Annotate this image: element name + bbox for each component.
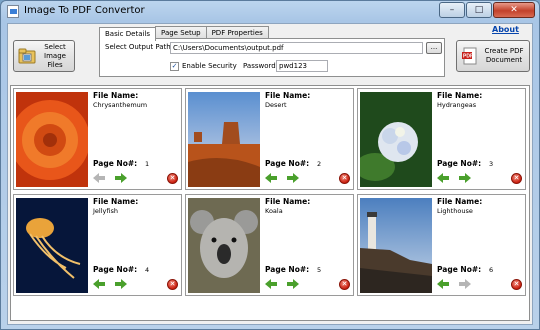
page-no-label: Page No#: [437, 159, 482, 168]
move-down-arrow-icon[interactable] [459, 173, 471, 183]
move-up-arrow-icon[interactable] [437, 173, 449, 183]
folder-images-icon [18, 48, 36, 64]
image-card[interactable]: File Name: Koala Page No#: 5 ✕ [185, 194, 354, 296]
maximize-button[interactable]: □ [466, 2, 492, 18]
page-no-value: 2 [317, 160, 322, 168]
move-down-arrow-icon[interactable] [115, 173, 127, 183]
image-card[interactable]: File Name: Chrysanthemum Page No#: 1 ✕ [13, 88, 182, 190]
select-image-files-button[interactable]: Select Image Files [13, 40, 75, 72]
enable-security-checkbox[interactable]: ✓ [170, 62, 179, 71]
move-up-arrow-icon[interactable] [437, 279, 449, 289]
file-name-label: File Name: [93, 197, 139, 206]
desert-thumbnail [188, 92, 260, 187]
svg-text:PDF: PDF [463, 54, 473, 60]
file-name-value: Chrysanthemum [93, 101, 148, 109]
hydrangeas-thumbnail [360, 92, 432, 187]
page-no-value: 6 [489, 266, 494, 274]
move-up-arrow-icon[interactable] [265, 173, 277, 183]
output-path-label: Select Output Path [105, 43, 171, 51]
delete-image-icon[interactable]: ✕ [339, 173, 350, 184]
file-name-label: File Name: [93, 91, 139, 100]
page-no-value: 5 [317, 266, 322, 274]
create-pdf-document-label: Create PDF Document [484, 47, 524, 64]
output-path-input[interactable]: C:\Users\Documents\output.pdf [170, 42, 423, 54]
move-down-arrow-icon[interactable] [287, 279, 299, 289]
file-name-value: Desert [265, 101, 287, 109]
page-no-label: Page No#: [93, 159, 138, 168]
password-input[interactable]: pwd123 [276, 60, 328, 72]
file-name-label: File Name: [265, 91, 311, 100]
select-image-files-label: Select Image Files [44, 42, 66, 69]
minimize-button[interactable]: – [439, 2, 465, 18]
file-name-value: Jellyfish [93, 207, 118, 215]
file-name-label: File Name: [437, 91, 483, 100]
delete-image-icon[interactable]: ✕ [339, 279, 350, 290]
page-no-label: Page No#: [437, 265, 482, 274]
page-no-value: 1 [145, 160, 150, 168]
jellyfish-thumbnail [16, 198, 88, 293]
about-link[interactable]: About [492, 25, 519, 34]
page-no-label: Page No#: [265, 159, 310, 168]
delete-image-icon[interactable]: ✕ [167, 279, 178, 290]
page-no-value: 3 [489, 160, 494, 168]
password-label: Password [243, 62, 276, 70]
page-no-label: Page No#: [93, 265, 138, 274]
file-name-value: Lighthouse [437, 207, 473, 215]
delete-image-icon[interactable]: ✕ [511, 279, 522, 290]
page-no-label: Page No#: [265, 265, 310, 274]
lighthouse-thumbnail [360, 198, 432, 293]
title-bar[interactable]: Image To PDF Convertor – □ ✕ [1, 1, 539, 23]
move-down-arrow-icon[interactable] [459, 279, 471, 289]
image-card[interactable]: File Name: Desert Page No#: 2 ✕ [185, 88, 354, 190]
file-name-value: Koala [265, 207, 283, 215]
move-down-arrow-icon[interactable] [115, 279, 127, 289]
file-name-value: Hydrangeas [437, 101, 477, 109]
enable-security-label: Enable Security [182, 62, 237, 70]
page-no-value: 4 [145, 266, 150, 274]
pdf-document-icon: PDF [462, 47, 477, 65]
create-pdf-document-button[interactable]: PDF Create PDF Document [456, 40, 530, 72]
delete-image-icon[interactable]: ✕ [511, 173, 522, 184]
image-card[interactable]: File Name: Hydrangeas Page No#: 3 ✕ [357, 88, 526, 190]
koala-thumbnail [188, 198, 260, 293]
tab-basic-details[interactable]: Basic Details [99, 27, 157, 41]
app-window: Image To PDF Convertor – □ ✕ Select Imag… [0, 0, 540, 330]
move-down-arrow-icon[interactable] [287, 173, 299, 183]
image-grid: File Name: Chrysanthemum Page No#: 1 ✕ F… [10, 85, 530, 321]
file-name-label: File Name: [265, 197, 311, 206]
image-card[interactable]: File Name: Lighthouse Page No#: 6 ✕ [357, 194, 526, 296]
file-name-label: File Name: [437, 197, 483, 206]
browse-button[interactable]: ... [426, 42, 442, 54]
delete-image-icon[interactable]: ✕ [167, 173, 178, 184]
image-card[interactable]: File Name: Jellyfish Page No#: 4 ✕ [13, 194, 182, 296]
basic-details-panel: Select Output Path C:\Users\Documents\ou… [99, 38, 445, 77]
move-up-arrow-icon[interactable] [93, 279, 105, 289]
close-button[interactable]: ✕ [493, 2, 535, 18]
window-title: Image To PDF Convertor [24, 5, 145, 16]
move-up-arrow-icon[interactable] [265, 279, 277, 289]
chrysanthemum-thumbnail [16, 92, 88, 187]
app-icon [7, 5, 19, 18]
client-area: Select Image Files Basic Details Page Se… [7, 23, 533, 325]
move-up-arrow-icon[interactable] [93, 173, 105, 183]
